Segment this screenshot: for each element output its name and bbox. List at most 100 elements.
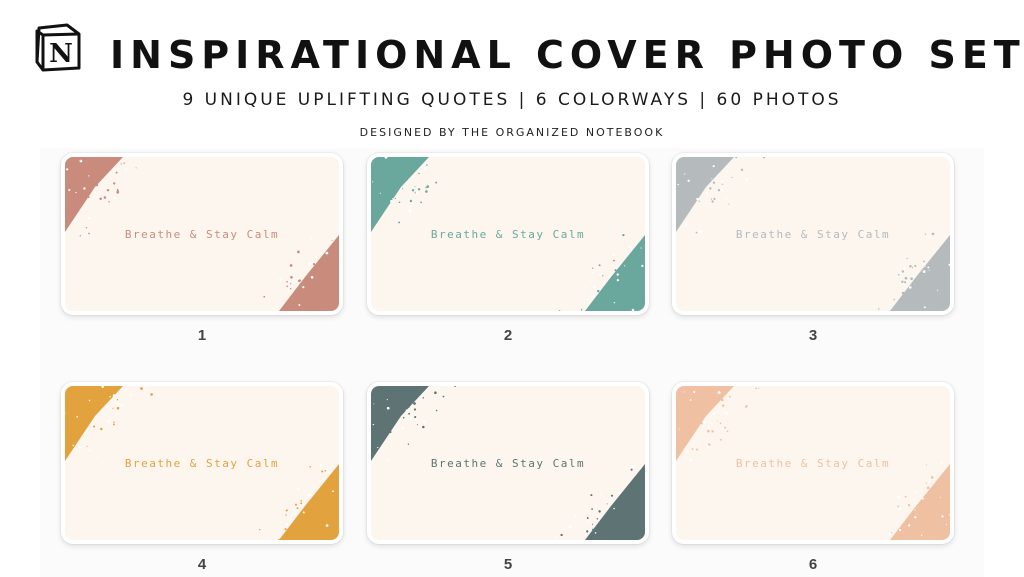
speckle-dot: [907, 291, 910, 294]
speckle-dot: [321, 470, 324, 473]
speckle-dot: [606, 529, 609, 532]
speckle-dot: [695, 231, 698, 234]
speckle-dot: [914, 264, 917, 267]
speckle-dot: [373, 403, 375, 405]
speckle-dot: [300, 500, 303, 502]
speckle-dot: [412, 176, 414, 178]
speckle-dot: [925, 482, 927, 484]
speckle-dot: [906, 257, 908, 260]
speckle-dot: [922, 260, 925, 263]
speckle-dot: [712, 165, 715, 168]
speckle-dot: [705, 191, 709, 195]
speckle-dot: [76, 174, 78, 176]
speckle-dot: [124, 168, 127, 171]
speckle-dot: [610, 303, 612, 305]
designer-credit: DESIGNED BY THE ORGANIZED NOTEBOOK: [359, 126, 665, 139]
speckle-dot: [390, 199, 393, 203]
speckle-dot: [402, 188, 404, 190]
speckle-dot: [387, 459, 389, 462]
speckle-dot: [878, 308, 880, 310]
speckle-dot: [320, 268, 322, 270]
speckle-dot: [398, 221, 401, 224]
speckle-dot: [928, 290, 930, 293]
speckle-dot: [99, 197, 102, 200]
speckle-dot: [724, 412, 728, 415]
cover-photo-card[interactable]: Breathe & Stay Calm: [367, 153, 649, 315]
speckle-dot: [112, 394, 116, 397]
speckle-dot: [425, 190, 428, 193]
speckle-dot: [414, 416, 417, 419]
speckle-dot: [590, 494, 593, 497]
speckle-dot: [408, 209, 412, 212]
speckle-dot: [266, 537, 269, 540]
speckle-dot: [937, 289, 939, 291]
speckle-dot: [720, 188, 724, 192]
speckle-dot: [294, 530, 297, 533]
speckle-dot: [409, 199, 413, 203]
speckle-dot: [897, 495, 901, 499]
speckle-dot: [717, 199, 719, 201]
speckle-dot: [375, 401, 377, 403]
logo-letter: N: [49, 39, 73, 69]
speckle-dot: [684, 173, 686, 175]
speckle-dot: [940, 497, 942, 498]
speckle-dot: [630, 468, 633, 471]
speckle-dot: [591, 508, 593, 510]
speckle-dot: [917, 308, 920, 311]
speckle-dot: [302, 511, 305, 514]
cover-photo-card[interactable]: Breathe & Stay Calm: [61, 382, 343, 544]
speckle-dot: [65, 412, 68, 415]
speckle-dot: [922, 270, 926, 273]
speckle-dot: [371, 387, 374, 390]
speckle-dot: [327, 521, 330, 524]
speckle-dot: [315, 505, 318, 508]
speckle-dot: [612, 253, 616, 256]
speckle-dot: [726, 170, 728, 173]
speckle-dot: [757, 387, 760, 389]
speckle-dot: [290, 275, 293, 279]
speckle-dot: [913, 511, 916, 513]
speckle-dot: [286, 281, 288, 283]
speckle-dot: [88, 232, 90, 235]
speckle-dot: [621, 272, 624, 275]
speckle-dot: [285, 523, 289, 527]
speckle-dot: [908, 286, 912, 289]
speckle-dot: [711, 178, 713, 180]
speckle-dot: [712, 412, 716, 415]
speckle-dot: [434, 391, 437, 394]
speckle-dot: [422, 392, 424, 395]
speckle-dot: [308, 307, 311, 310]
speckle-dot: [296, 487, 300, 491]
cover-photo-card[interactable]: Breathe & Stay Calm: [672, 382, 954, 544]
speckle-dot: [585, 309, 587, 311]
cover-photo-card[interactable]: Breathe & Stay Calm: [367, 382, 649, 544]
speckle-dot: [591, 523, 594, 525]
speckle-dot: [920, 534, 923, 536]
speckle-dot: [150, 393, 153, 396]
speckle-dot: [912, 275, 915, 278]
speckle-dot: [411, 168, 414, 171]
speckle-dot: [77, 431, 80, 434]
speckle-dot: [413, 408, 417, 411]
cover-photo-card[interactable]: Breathe & Stay Calm: [61, 153, 343, 315]
speckle-dot: [697, 194, 699, 197]
speckle-dot: [79, 446, 82, 449]
speckle-dot: [389, 430, 392, 434]
speckle-dot: [726, 430, 729, 433]
speckle-dot: [709, 187, 712, 190]
speckle-dot: [120, 163, 122, 165]
speckle-dot: [586, 530, 589, 533]
speckle-dot: [641, 264, 644, 268]
speckle-dot: [75, 219, 78, 222]
speckle-dot: [593, 286, 596, 289]
speckle-dot: [286, 285, 289, 288]
speckle-dot: [309, 465, 311, 468]
speckle-dot: [401, 426, 405, 430]
cover-photo-card[interactable]: Breathe & Stay Calm: [672, 153, 954, 315]
speckle-dot: [279, 521, 282, 524]
speckle-dot: [331, 239, 333, 242]
speckle-dot: [414, 185, 416, 188]
speckle-dot: [630, 296, 633, 299]
speckle-dot: [592, 528, 594, 531]
speckle-dot: [632, 464, 636, 468]
